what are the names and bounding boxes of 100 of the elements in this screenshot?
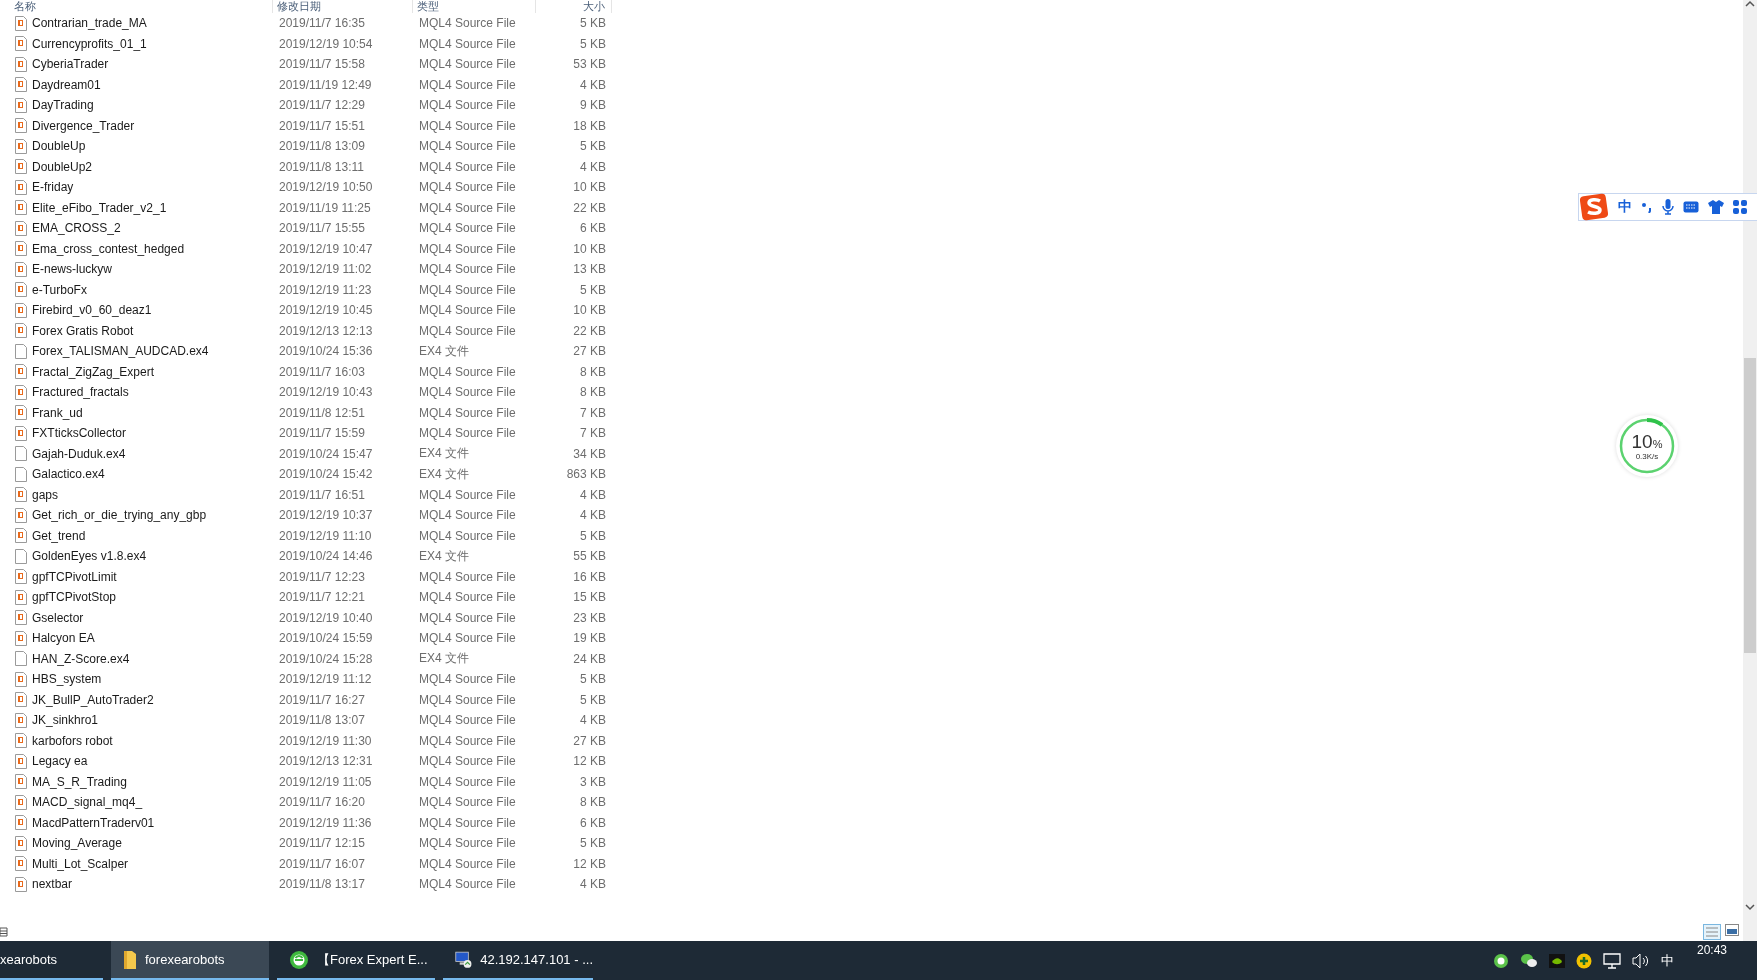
file-type: MQL4 Source File [418, 77, 517, 92]
file-type: MQL4 Source File [418, 774, 517, 789]
file-name[interactable]: JK_sinkhro1 [32, 713, 99, 728]
column-header[interactable]: 类型 [413, 0, 536, 13]
taskbar-item[interactable]: 42.192.147.101 - ... [443, 941, 593, 980]
file-name[interactable]: Currencyprofits_01_1 [32, 36, 147, 51]
file-size: 7 KB [580, 426, 607, 441]
file-name[interactable]: MacdPatternTraderv01 [32, 815, 155, 830]
file-name[interactable]: Legacy ea [32, 754, 88, 769]
keyboard-icon[interactable] [1683, 201, 1699, 213]
file-name[interactable]: gpfTCPivotLimit [32, 569, 117, 584]
network-icon[interactable] [1602, 952, 1621, 969]
modified-date: 2019/11/7 12:29 [278, 98, 366, 113]
file-name[interactable]: Fractured_fractals [32, 385, 129, 400]
source-file-icon [15, 425, 27, 441]
sogou-logo-icon[interactable] [1579, 192, 1609, 222]
file-name[interactable]: Elite_eFibo_Trader_v2_1 [32, 200, 167, 215]
file-name[interactable]: HAN_Z-Score.ex4 [32, 651, 130, 666]
modified-date: 2019/11/7 16:27 [278, 692, 366, 707]
file-name[interactable]: DayTrading [32, 98, 94, 113]
file-size: 10 KB [573, 303, 607, 318]
file-type: EX4 文件 [418, 547, 470, 565]
file-name[interactable]: karbofors robot [32, 733, 113, 748]
file-name[interactable]: DoubleUp2 [32, 159, 93, 174]
list-view-icon[interactable] [0, 927, 8, 937]
source-file-icon [15, 794, 27, 810]
file-name[interactable]: EMA_CROSS_2 [32, 221, 121, 236]
file-name[interactable]: Get_trend [32, 528, 86, 543]
file-name[interactable]: MA_S_R_Trading [32, 774, 127, 789]
file-type: MQL4 Source File [418, 241, 517, 256]
file-name[interactable]: E-friday [32, 180, 74, 195]
modified-date: 2019/11/7 12:15 [278, 836, 366, 851]
file-name[interactable]: gpfTCPivotStop [32, 590, 117, 605]
file-name[interactable]: Fractal_ZigZag_Expert [32, 364, 155, 379]
microphone-icon[interactable] [1662, 199, 1674, 215]
plus-circle-icon[interactable] [1575, 952, 1592, 969]
modified-date: 2019/11/7 16:03 [278, 364, 366, 379]
file-name[interactable]: Divergence_Trader [32, 118, 135, 133]
file-name[interactable]: Firebird_v0_60_deaz1 [32, 303, 152, 318]
file-name[interactable]: Halcyon EA [32, 631, 95, 646]
grid-icon[interactable] [1733, 200, 1747, 214]
taskbar-label: 42.192.147.101 - ... [480, 952, 593, 967]
modified-date: 2019/10/24 15:47 [278, 446, 374, 461]
taskbar-item[interactable]: forexearobots [111, 941, 269, 980]
scrollbar[interactable] [1743, 0, 1757, 941]
file-name[interactable]: JK_BullP_AutoTrader2 [32, 692, 154, 707]
thumbnail-view-icon[interactable] [1725, 924, 1739, 936]
file-name[interactable]: CyberiaTrader [32, 57, 109, 72]
modified-date: 2019/12/19 11:30 [278, 733, 373, 748]
file-name[interactable]: MACD_signal_mq4_ [32, 795, 143, 810]
modified-date: 2019/11/7 16:20 [278, 795, 366, 810]
file-name[interactable]: HBS_system [32, 672, 102, 687]
input-language-indicator[interactable]: 中 [1660, 951, 1674, 970]
file-type: MQL4 Source File [418, 795, 517, 810]
column-header[interactable]: 大小 [536, 0, 612, 13]
file-name[interactable]: GoldenEyes v1.8.ex4 [32, 549, 147, 564]
file-name[interactable]: e-TurboFx [32, 282, 87, 297]
chat-icon[interactable] [1519, 952, 1538, 969]
file-type: MQL4 Source File [418, 856, 517, 871]
scroll-down-icon[interactable] [1745, 903, 1755, 911]
modified-date: 2019/11/7 16:51 [278, 487, 366, 502]
file-name[interactable]: Daydream01 [32, 77, 101, 92]
taskbar-item[interactable]: xearobots [0, 941, 103, 980]
scroll-up-icon[interactable] [1745, 0, 1755, 8]
file-name[interactable]: Ema_cross_contest_hedged [32, 241, 185, 256]
modified-date: 2019/11/8 13:07 [278, 713, 366, 728]
column-header[interactable]: 名称 [10, 0, 273, 13]
file-name[interactable]: Moving_Average [32, 836, 122, 851]
file-type: MQL4 Source File [418, 405, 517, 420]
file-name[interactable]: E-news-luckyw [32, 262, 112, 277]
volume-icon[interactable] [1631, 952, 1650, 969]
file-name[interactable]: Galactico.ex4 [32, 467, 105, 482]
taskbar-item[interactable]: 【Forex Expert E... [277, 941, 435, 980]
file-name[interactable]: Frank_ud [32, 405, 83, 420]
file-name[interactable]: Contrarian_trade_MA [32, 16, 147, 31]
source-file-icon [15, 712, 27, 728]
file-name[interactable]: Forex_TALISMAN_AUDCAD.ex4 [32, 344, 209, 359]
file-name[interactable]: gaps [32, 487, 59, 502]
file-name[interactable]: DoubleUp [32, 139, 86, 154]
source-file-icon [15, 282, 27, 298]
file-type: MQL4 Source File [418, 200, 517, 215]
speed-widget[interactable]: 10% 0.3K/s [1616, 415, 1678, 477]
file-name[interactable]: Get_rich_or_die_trying_any_gbp [32, 508, 207, 523]
file-name[interactable]: Gselector [32, 610, 84, 625]
shirt-icon[interactable] [1708, 200, 1724, 214]
source-file-icon [15, 753, 27, 769]
input-mode-toggle[interactable]: 中 [1618, 198, 1632, 216]
file-name[interactable]: FXTticksCollector [32, 426, 126, 441]
file-name[interactable]: nextbar [32, 877, 73, 892]
modified-date: 2019/11/7 15:51 [278, 118, 366, 133]
clock[interactable]: 20:43 [1696, 943, 1727, 957]
scroll-thumb[interactable] [1744, 358, 1756, 653]
browser-tray-icon[interactable] [1492, 952, 1509, 969]
file-name[interactable]: Gajah-Duduk.ex4 [32, 446, 126, 461]
file-name[interactable]: Forex Gratis Robot [32, 323, 134, 338]
graphics-icon[interactable] [1548, 953, 1565, 968]
blank-file-icon [15, 343, 27, 359]
column-header[interactable]: 修改日期 [273, 0, 413, 13]
punctuation-icon[interactable] [1641, 201, 1653, 213]
file-name[interactable]: Multi_Lot_Scalper [32, 856, 129, 871]
